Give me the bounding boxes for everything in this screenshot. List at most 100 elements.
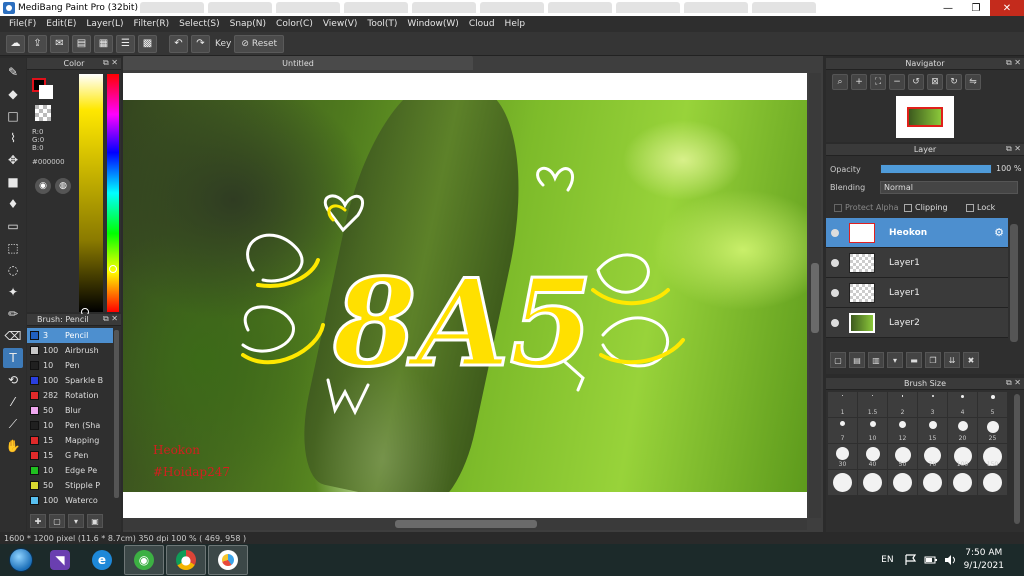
battery-icon[interactable] [924,554,938,566]
volume-icon[interactable] [944,554,958,566]
opacity-slider[interactable] [880,164,992,174]
gradient-tool-icon[interactable]: ▭ [3,216,23,236]
horizontal-scroll-thumb[interactable] [395,520,537,528]
brush-list-item[interactable]: 100 Airbrush [27,343,113,358]
palette-icon[interactable]: ◉ [35,178,51,194]
clipping-checkbox[interactable]: Clipping [904,203,948,212]
brush-list-item[interactable]: 3 Pencil [27,328,113,343]
navigator-preview[interactable] [896,96,954,138]
brush-list-item[interactable]: 50 Blur [27,403,113,418]
brush-size-option[interactable] [858,470,887,495]
flag-icon[interactable] [904,554,918,566]
taskbar-internet-explorer[interactable]: e [82,545,122,575]
menu-color[interactable]: Color(C) [271,19,318,29]
panel-buttons-icon[interactable]: ⧉ ✕ [103,58,118,68]
close-button[interactable]: ✕ [990,0,1024,16]
brush-size-option[interactable]: 100 [948,444,977,469]
brush-size-option[interactable]: 12 [888,418,917,443]
magic-wand-icon[interactable]: ✦ [3,282,23,302]
brush-size-scrollbar[interactable] [1014,394,1020,524]
menu-view[interactable]: View(V) [318,19,363,29]
menu-layer[interactable]: Layer(L) [81,19,128,29]
fill-rect-tool-icon[interactable]: ■ [3,172,23,192]
start-button[interactable] [4,545,38,575]
document-canvas[interactable]: 8A5 Heokon #Hoidap247 [123,73,807,518]
vertical-scrollbar[interactable] [809,73,821,518]
taskbar-medibang[interactable] [208,545,248,575]
eraser-tool-icon[interactable]: ◆ [3,84,23,104]
visibility-eye-icon[interactable] [831,228,839,237]
zoom-icon[interactable]: ⌕ [832,74,848,90]
brush-size-option[interactable]: 3 [918,392,947,417]
brush-list-item[interactable]: 50 Stipple P [27,478,113,493]
document-tab[interactable]: Untitled [123,56,473,70]
panel-buttons-icon[interactable]: ⧉ ✕ [1006,58,1021,68]
new-halftone-layer-icon[interactable]: ▤ [849,352,865,368]
minimize-button[interactable]: — [934,0,962,16]
reset-button[interactable]: ⊘ Reset [234,34,285,53]
panel-buttons-icon[interactable]: ⧉ ✕ [103,314,118,324]
brush-size-option[interactable]: 15 [918,418,947,443]
language-indicator[interactable]: EN [881,555,893,565]
undo-icon[interactable]: ↶ [169,34,188,53]
transparent-color-swatch[interactable] [35,105,51,121]
brush-settings-icon[interactable]: ▣ [87,514,103,528]
brush-size-option[interactable]: 1 [828,392,857,417]
flip-icon[interactable]: ⇋ [965,74,981,90]
brush-menu-icon[interactable]: ▾ [68,514,84,528]
brush-size-option[interactable]: 2 [888,392,917,417]
brush-list-item[interactable]: 10 Edge Pe [27,463,113,478]
vertical-scroll-thumb[interactable] [811,263,819,333]
rotate-left-icon[interactable]: ↺ [908,74,924,90]
taskbar-coccoc[interactable]: ◉ [124,545,164,575]
shape-tool-icon[interactable]: □ [3,106,23,126]
brush-list-item[interactable]: 10 Pen (Sha [27,418,113,433]
brush-size-option[interactable]: 150 [978,444,1007,469]
folder-icon[interactable]: ▬ [906,352,922,368]
list-icon[interactable]: ☰ [116,34,135,53]
rotate-right-icon[interactable]: ↻ [946,74,962,90]
redo-icon[interactable]: ↷ [191,34,210,53]
brush-size-option[interactable]: 40 [858,444,887,469]
menu-filter[interactable]: Filter(R) [129,19,175,29]
brush-list-item[interactable]: 15 Mapping [27,433,113,448]
dropper-2-icon[interactable]: ⟋ [3,414,23,434]
eyedropper-icon[interactable]: ⁄ [3,392,23,412]
maximize-button[interactable]: ❐ [962,0,990,16]
new-brush-icon[interactable]: ▢ [49,514,65,528]
visibility-eye-icon[interactable] [831,258,839,267]
menu-help[interactable]: Help [500,19,531,29]
brush-size-option[interactable] [828,470,857,495]
layer-list-scrollbar[interactable] [1010,224,1018,342]
brush-tool-icon[interactable]: ✎ [3,62,23,82]
brush-size-option[interactable]: 1.5 [858,392,887,417]
text-tool-icon[interactable]: T [3,348,23,368]
menu-file[interactable]: File(F) [4,19,41,29]
layer-row[interactable]: Layer2 [826,308,1008,338]
horizontal-scrollbar[interactable] [123,518,807,530]
brush-size-option[interactable]: 10 [858,418,887,443]
layer-row[interactable]: Heokon ⚙ [826,218,1008,248]
new-layer-icon[interactable]: ▢ [830,352,846,368]
brush-size-option[interactable] [918,470,947,495]
cloud-icon[interactable]: ☁ [6,34,25,53]
brush-size-option[interactable]: 50 [888,444,917,469]
visibility-eye-icon[interactable] [831,318,839,327]
menu-cloud[interactable]: Cloud [464,19,500,29]
duplicate-layer-icon[interactable]: ❐ [925,352,941,368]
taskbar-visual-studio[interactable]: ◥ [40,545,80,575]
hue-marker[interactable] [109,265,117,273]
brush-size-option[interactable] [888,470,917,495]
blending-select[interactable]: Normal [880,181,1018,194]
layer-add-menu-icon[interactable]: ▾ [887,352,903,368]
brush-list-item[interactable]: 10 Pen [27,358,113,373]
taskbar-chrome[interactable]: ● [166,545,206,575]
add-brush-icon[interactable]: ✚ [30,514,46,528]
zoom-out-icon[interactable]: − [889,74,905,90]
menu-window[interactable]: Window(W) [402,19,463,29]
color-wheel-icon[interactable]: ◍ [55,178,71,194]
saturation-value-picker[interactable] [79,74,103,312]
hue-slider[interactable] [107,74,119,312]
menu-edit[interactable]: Edit(E) [41,19,81,29]
trash-icon[interactable]: ✖ [963,352,979,368]
